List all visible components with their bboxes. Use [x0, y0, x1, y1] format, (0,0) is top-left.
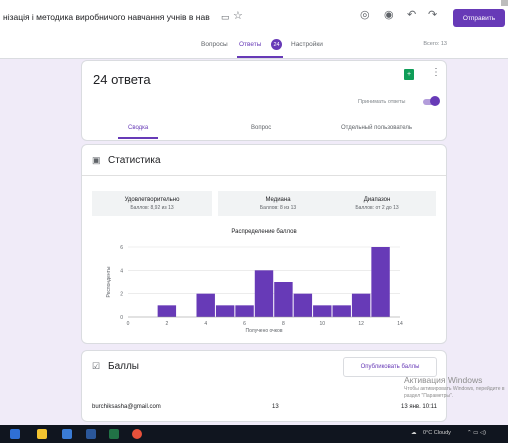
sheets-icon[interactable]: +	[404, 69, 414, 80]
bar	[274, 282, 293, 317]
chart-icon: ▣	[92, 155, 101, 165]
publish-scores-button[interactable]: Опубликовать баллы	[343, 357, 437, 377]
statistics-card: ▣ Статистика Удовлетворительно Баллов: 8…	[81, 144, 447, 344]
y-tick-label: 0	[120, 315, 123, 321]
x-tick-label: 8	[282, 321, 285, 327]
stat-range-title: Диапазон	[363, 196, 391, 203]
checkbox-icon: ☑	[92, 361, 101, 371]
stat-median-value: Баллов: 8 из 13	[259, 204, 297, 211]
watermark-title: Активация Windows	[404, 375, 483, 385]
more-vert-icon[interactable]: ⋮	[431, 67, 441, 78]
system-tray-icons[interactable]: ⌃ ▭ ◁)	[467, 430, 486, 436]
y-tick-label: 6	[120, 245, 123, 251]
y-axis-label: Респонденты	[106, 266, 112, 297]
preview-eye-icon[interactable]: ◉	[384, 10, 394, 21]
windows-start-icon[interactable]	[10, 429, 20, 439]
redo-icon[interactable]: ↷	[428, 10, 437, 21]
x-tick-label: 4	[204, 321, 207, 327]
scores-title: Баллы	[108, 361, 139, 372]
cloud-icon: ☁	[411, 430, 417, 436]
window-corner	[501, 0, 508, 6]
bar	[332, 305, 351, 317]
folder-icon[interactable]: ▭	[221, 12, 230, 23]
bar	[351, 293, 371, 317]
x-tick-label: 14	[397, 321, 403, 327]
stat-range-value: Баллов: от 2 до 13	[355, 204, 399, 211]
x-tick-label: 6	[243, 321, 246, 327]
palette-icon[interactable]: ◎	[360, 10, 370, 21]
undo-icon[interactable]: ↶	[407, 10, 416, 21]
table-row[interactable]: burchiksasha@gmail.com 13 13 янв. 10:11	[92, 404, 437, 414]
browser-icon[interactable]	[132, 429, 142, 439]
bar	[157, 305, 177, 317]
divider	[82, 175, 446, 176]
bar	[313, 305, 332, 317]
responses-card: 24 ответа + ⋮ Принимать ответы Сводка Во…	[81, 60, 447, 141]
score-distribution-chart: 0 2 4 6 0 2 4 6 8 10 12 14 Получено очков Респонденты	[106, 245, 403, 334]
x-axis-label: Получено очков	[246, 328, 283, 334]
tab-questions[interactable]: Вопросы	[201, 41, 228, 48]
taskbar: ☁ 0°C Cloudy ⌃ ▭ ◁)	[0, 425, 508, 443]
x-tick-label: 2	[165, 321, 168, 327]
stat-average-value: Баллов: 8,92 из 13	[130, 204, 174, 211]
stat-average-title: Удовлетворительно	[124, 196, 180, 203]
y-tick-label: 4	[120, 268, 123, 274]
form-title[interactable]: нізація і методика виробничого навчання …	[3, 12, 210, 22]
active-tab-indicator	[237, 56, 283, 58]
stat-median-title: Медиана	[265, 196, 291, 203]
tab-settings[interactable]: Настройки	[291, 41, 323, 48]
statistics-title: Статистика	[108, 155, 161, 166]
top-bar: нізація і методика виробничого навчання …	[0, 0, 508, 59]
bar	[215, 305, 235, 317]
bar	[196, 293, 215, 317]
bar	[371, 247, 390, 317]
bar	[254, 270, 274, 317]
scores-card: ☑ Баллы Опубликовать баллы burchiksasha@…	[81, 350, 447, 422]
windows-activation-watermark: Активация Windows Чтобы активировать Win…	[404, 375, 508, 400]
x-tick-label: 0	[127, 321, 130, 327]
excel-icon[interactable]	[109, 429, 119, 439]
accept-responses-label: Принимать ответы	[358, 99, 406, 105]
file-explorer-icon[interactable]	[37, 429, 47, 439]
y-tick-label: 2	[120, 292, 123, 298]
score-value: 13	[272, 404, 279, 410]
bar	[293, 293, 313, 317]
responses-count-badge: 24	[271, 39, 282, 50]
score-date: 13 янв. 10:11	[401, 404, 437, 410]
watermark-subtitle: Чтобы активировать Windows, перейдите в …	[404, 386, 505, 399]
stat-average: Удовлетворительно Баллов: 8,92 из 13	[92, 191, 212, 216]
total-points: Всего: 13	[423, 41, 447, 47]
weather-text[interactable]: 0°C Cloudy	[423, 430, 451, 436]
tab-responses[interactable]: Ответы	[239, 41, 261, 48]
stat-range: Диапазон Баллов: от 2 до 13	[318, 191, 436, 216]
active-subtab-indicator	[118, 137, 158, 139]
mail-icon[interactable]	[62, 429, 72, 439]
score-email: burchiksasha@gmail.com	[92, 404, 161, 410]
form-tabs: Вопросы Ответы 24 Настройки Всего: 13	[0, 36, 508, 58]
chart-title: Распределение баллов	[231, 229, 297, 235]
word-icon[interactable]	[86, 429, 96, 439]
subtab-individual[interactable]: Отдельный пользователь	[341, 125, 412, 131]
x-tick-label: 12	[358, 321, 364, 327]
subtab-summary[interactable]: Сводка	[128, 125, 148, 131]
subtab-question[interactable]: Вопрос	[251, 125, 271, 131]
bar	[235, 305, 254, 317]
toggle-knob[interactable]	[430, 96, 440, 106]
send-button[interactable]: Отправить	[453, 9, 505, 27]
x-tick-label: 10	[320, 321, 326, 327]
star-icon[interactable]: ☆	[233, 11, 243, 22]
responses-count-title: 24 ответа	[93, 72, 151, 87]
